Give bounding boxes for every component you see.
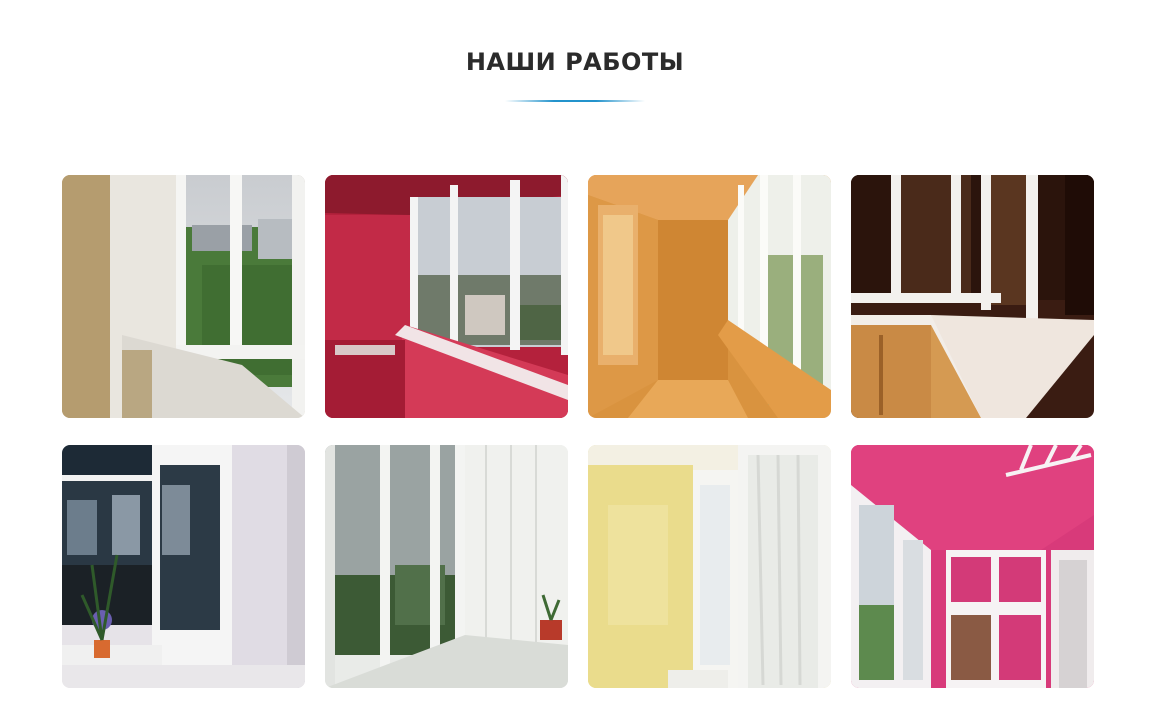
gallery-photo-8[interactable] xyxy=(851,445,1094,688)
section-title: НАШИ РАБОТЫ xyxy=(465,48,685,76)
balcony-photo-image xyxy=(588,175,831,418)
gallery-grid xyxy=(62,175,1094,688)
balcony-photo-image xyxy=(62,445,305,688)
gallery-photo-5[interactable] xyxy=(62,445,305,688)
balcony-photo-image xyxy=(851,175,1094,418)
gallery-photo-6[interactable] xyxy=(325,445,568,688)
balcony-photo-image xyxy=(588,445,831,688)
gallery-photo-2[interactable] xyxy=(325,175,568,418)
gallery-photo-3[interactable] xyxy=(588,175,831,418)
balcony-photo-image xyxy=(325,445,568,688)
title-underline xyxy=(505,100,645,102)
balcony-photo-image xyxy=(851,445,1094,688)
balcony-photo-image xyxy=(62,175,305,418)
gallery-photo-1[interactable] xyxy=(62,175,305,418)
gallery-photo-7[interactable] xyxy=(588,445,831,688)
balcony-photo-image xyxy=(325,175,568,418)
gallery-photo-4[interactable] xyxy=(851,175,1094,418)
